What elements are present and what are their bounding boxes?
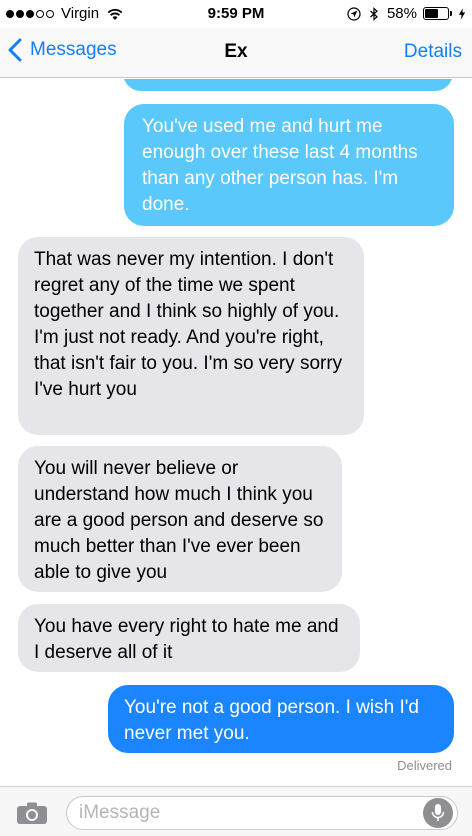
message-text: That was never my intention. I don't reg… [34, 249, 343, 400]
message-text: You will never believe or understand how… [34, 458, 324, 583]
message-thread[interactable]: You've used me and hurt me enough over t… [0, 79, 472, 785]
message-text: You've used me and hurt me enough over t… [142, 116, 418, 215]
message-text: You're not a good person. I wish I'd nev… [124, 697, 419, 744]
message-bubble-received[interactable]: You will never believe or understand how… [18, 446, 342, 592]
message-bubble-sent[interactable]: You're not a good person. I wish I'd nev… [108, 685, 454, 753]
message-text: You have every right to hate me and I de… [34, 616, 339, 663]
bluetooth-icon [370, 6, 378, 21]
status-right: 58% [347, 5, 466, 22]
conversation-title: Ex [224, 41, 248, 62]
navigation-bar: Messages Ex Details [0, 28, 472, 78]
message-bubble-partial [123, 79, 453, 91]
message-bubble-received[interactable]: You have every right to hate me and I de… [18, 604, 360, 672]
charging-icon [458, 7, 466, 20]
message-input-bar [0, 786, 472, 836]
details-button[interactable]: Details [404, 41, 462, 63]
battery-icon [423, 7, 452, 20]
status-bar: Virgin 9:59 PM 58% [0, 0, 472, 28]
message-input[interactable] [66, 796, 458, 830]
camera-icon[interactable] [16, 801, 48, 825]
delivery-status: Delivered [397, 758, 452, 773]
microphone-button[interactable] [423, 798, 453, 828]
message-bubble-received[interactable]: That was never my intention. I don't reg… [18, 237, 364, 435]
message-bubble-sent[interactable]: You've used me and hurt me enough over t… [124, 104, 454, 226]
battery-percent: 58% [386, 5, 417, 22]
location-icon [347, 6, 361, 21]
microphone-icon [431, 804, 445, 821]
